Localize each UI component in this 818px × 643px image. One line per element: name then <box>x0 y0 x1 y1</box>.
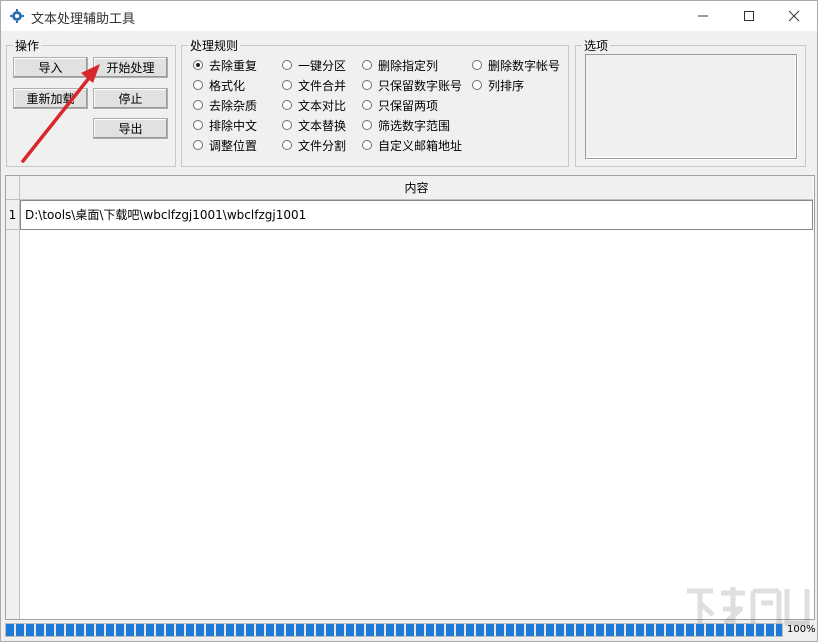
radio-button[interactable] <box>362 80 372 90</box>
rules-legend: 处理规则 <box>190 39 239 53</box>
radio-button[interactable] <box>282 120 292 130</box>
radio-button[interactable] <box>282 100 292 110</box>
radio-button[interactable] <box>362 140 372 150</box>
radio-label[interactable]: 去除重复 <box>209 57 257 74</box>
rule-radio-15[interactable]: 删除数字帐号 <box>472 57 560 73</box>
maximize-button[interactable] <box>726 1 772 31</box>
radio-button[interactable] <box>193 140 203 150</box>
minimize-icon <box>698 15 708 17</box>
rule-radio-6[interactable]: 文件合并 <box>282 77 346 93</box>
radio-label[interactable]: 列排序 <box>488 77 524 94</box>
radio-label[interactable]: 只保留数字账号 <box>378 77 462 94</box>
export-button[interactable]: 导出 <box>93 118 168 139</box>
operations-legend: 操作 <box>15 39 40 53</box>
rule-radio-11[interactable]: 只保留数字账号 <box>362 77 462 93</box>
radio-button[interactable] <box>193 100 203 110</box>
rule-radio-16[interactable]: 列排序 <box>472 77 524 93</box>
radio-button[interactable] <box>193 80 203 90</box>
rule-radio-7[interactable]: 文本对比 <box>282 97 346 113</box>
radio-label[interactable]: 筛选数字范围 <box>378 117 450 134</box>
radio-button[interactable] <box>282 140 292 150</box>
maximize-icon <box>744 11 754 21</box>
rule-radio-12[interactable]: 只保留两项 <box>362 97 438 113</box>
rule-radio-0[interactable]: 去除重复 <box>193 57 257 73</box>
column-header-content[interactable]: 内容 <box>20 176 813 200</box>
rule-radio-10[interactable]: 删除指定列 <box>362 57 438 73</box>
rule-radio-9[interactable]: 文件分割 <box>282 137 346 153</box>
radio-label[interactable]: 自定义邮箱地址 <box>378 137 462 154</box>
radio-button[interactable] <box>193 60 203 70</box>
rule-radio-5[interactable]: 一键分区 <box>282 57 346 73</box>
radio-label[interactable]: 删除指定列 <box>378 57 438 74</box>
radio-label[interactable]: 格式化 <box>209 77 245 94</box>
radio-label[interactable]: 一键分区 <box>298 57 346 74</box>
radio-button[interactable] <box>472 80 482 90</box>
content-table[interactable]: 内容 1 D:\tools\桌面\下载吧\wbclfzgj1001\wbclfz… <box>5 175 815 620</box>
watermark-logo <box>687 587 810 626</box>
radio-label[interactable]: 文本对比 <box>298 97 346 114</box>
table-corner[interactable] <box>6 176 20 200</box>
start-processing-button[interactable]: 开始处理 <box>93 57 168 78</box>
row-header-gutter <box>6 230 20 619</box>
gear-icon <box>10 9 24 23</box>
window-title: 文本处理辅助工具 <box>31 12 136 27</box>
radio-button[interactable] <box>193 120 203 130</box>
rule-radio-13[interactable]: 筛选数字范围 <box>362 117 450 133</box>
rule-radio-2[interactable]: 去除杂质 <box>193 97 257 113</box>
progress-fill <box>6 624 782 636</box>
app-window: 文本处理辅助工具 操作 导入 开始处理 重新加载 停止 导出 处理规则 去除重复… <box>0 0 818 642</box>
radio-label[interactable]: 调整位置 <box>209 137 257 154</box>
rule-radio-4[interactable]: 调整位置 <box>193 137 257 153</box>
radio-label[interactable]: 排除中文 <box>209 117 257 134</box>
close-icon <box>788 10 800 22</box>
radio-button[interactable] <box>472 60 482 70</box>
radio-button[interactable] <box>362 100 372 110</box>
rule-radio-14[interactable]: 自定义邮箱地址 <box>362 137 462 153</box>
radio-label[interactable]: 删除数字帐号 <box>488 57 560 74</box>
radio-button[interactable] <box>362 120 372 130</box>
stop-button[interactable]: 停止 <box>93 88 168 109</box>
table-cell[interactable]: D:\tools\桌面\下载吧\wbclfzgj1001\wbclfzgj100… <box>20 200 813 230</box>
rule-radio-8[interactable]: 文本替换 <box>282 117 346 133</box>
progress-bar <box>5 623 783 637</box>
row-number[interactable]: 1 <box>6 200 20 230</box>
minimize-button[interactable] <box>680 1 726 31</box>
options-panel <box>585 54 797 159</box>
radio-label[interactable]: 文本替换 <box>298 117 346 134</box>
radio-button[interactable] <box>282 60 292 70</box>
import-button[interactable]: 导入 <box>13 57 88 78</box>
radio-button[interactable] <box>282 80 292 90</box>
radio-button[interactable] <box>362 60 372 70</box>
radio-label[interactable]: 文件合并 <box>298 77 346 94</box>
rule-radio-3[interactable]: 排除中文 <box>193 117 257 133</box>
close-button[interactable] <box>771 1 817 31</box>
radio-label[interactable]: 只保留两项 <box>378 97 438 114</box>
title-bar[interactable]: 文本处理辅助工具 <box>1 1 817 31</box>
options-legend: 选项 <box>584 39 609 53</box>
rule-radio-1[interactable]: 格式化 <box>193 77 245 93</box>
radio-label[interactable]: 去除杂质 <box>209 97 257 114</box>
reload-button[interactable]: 重新加载 <box>13 88 88 109</box>
radio-label[interactable]: 文件分割 <box>298 137 346 154</box>
